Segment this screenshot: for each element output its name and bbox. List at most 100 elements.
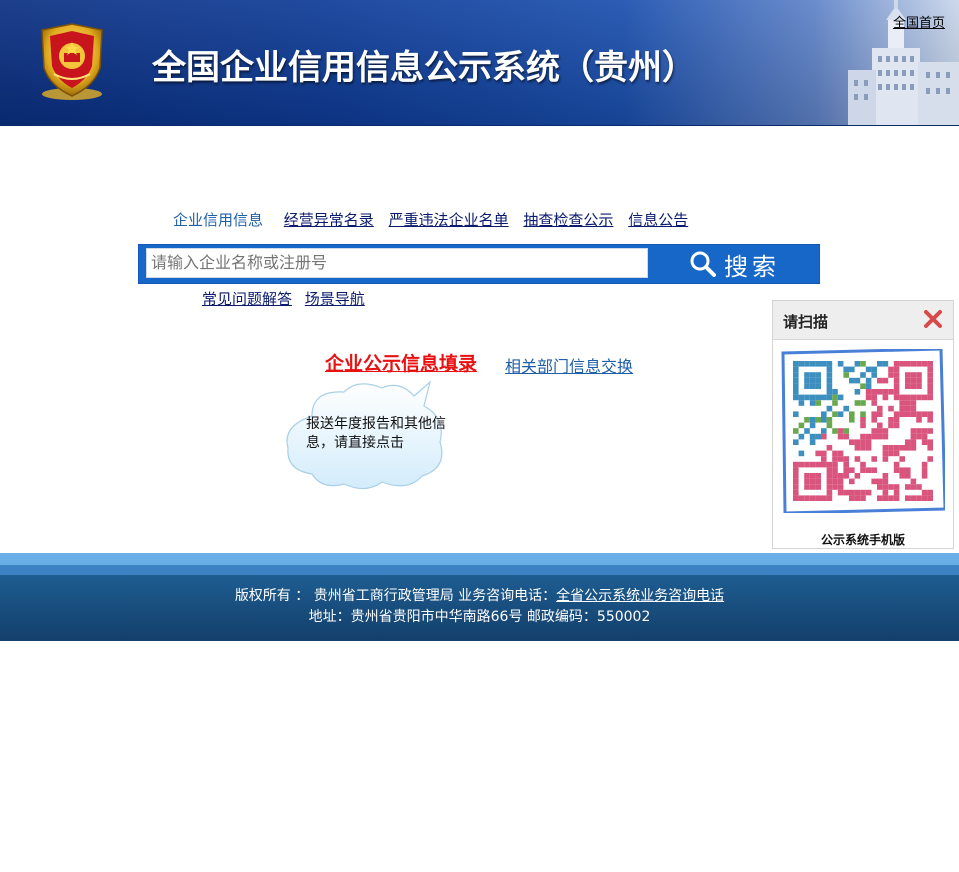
qr-cell — [865, 467, 872, 473]
qr-cell — [888, 372, 894, 378]
qr-cell — [804, 377, 810, 384]
postcode: 邮政编码：550002 — [526, 609, 651, 625]
tab-inspection-results[interactable]: 抽查检查公示 — [523, 209, 613, 230]
qr-cell — [837, 411, 844, 417]
qr-cell — [916, 377, 922, 384]
qr-cell — [916, 428, 922, 434]
annual-report-hint[interactable]: 报送年度报告和其他信息，请直接点击 — [306, 415, 446, 453]
qr-cell — [854, 489, 861, 496]
tab-enterprise-credit[interactable]: 企业信用信息 — [173, 209, 263, 230]
qr-cell — [843, 372, 849, 378]
qr-cell — [927, 394, 933, 401]
qr-cell — [826, 383, 833, 389]
qr-cell — [893, 361, 900, 367]
qr-cell — [865, 389, 872, 395]
qr-cell — [837, 428, 844, 434]
qr-cell — [854, 445, 861, 451]
qr-cell — [927, 428, 933, 434]
qr-cell — [798, 422, 805, 429]
qr-cell — [899, 411, 905, 417]
search-bar: 搜索 — [138, 244, 820, 284]
qr-cell — [860, 467, 866, 473]
qr-cell — [798, 361, 805, 367]
qr-cell — [826, 394, 833, 401]
qr-cell — [921, 461, 928, 468]
qr-cell — [821, 456, 827, 462]
qr-cell — [905, 445, 911, 451]
close-icon[interactable] — [922, 308, 944, 330]
qr-cell — [893, 467, 900, 473]
qr-cell — [832, 450, 838, 457]
qr-cell — [910, 400, 917, 406]
qr-cell — [916, 383, 922, 389]
qr-cell — [921, 439, 928, 445]
qr-cell — [815, 433, 821, 440]
qr-cell — [809, 473, 816, 479]
qr-code-panel: 请扫描 公示系统手机版 — [772, 300, 954, 549]
qr-cell — [809, 484, 816, 490]
qr-cell — [916, 372, 922, 378]
qr-cell — [826, 461, 833, 468]
enterprise-info-fill-link[interactable]: 企业公示信息填录 — [325, 349, 477, 376]
qr-cell — [905, 377, 911, 384]
qr-cell — [882, 473, 889, 479]
qr-cell — [927, 366, 933, 373]
qr-cell — [905, 372, 911, 378]
qr-cell — [882, 361, 889, 367]
national-home-link[interactable]: 全国首页 — [893, 12, 945, 31]
scenario-navigation-link[interactable]: 场景导航 — [305, 290, 365, 308]
qr-cell — [798, 433, 805, 440]
qr-cell — [871, 417, 877, 423]
qr-cell — [826, 417, 833, 423]
qr-cell — [916, 417, 922, 423]
tab-announcements[interactable]: 信息公告 — [628, 209, 688, 230]
qr-cell — [916, 433, 922, 440]
qr-cell — [877, 422, 883, 429]
qr-cell — [826, 372, 833, 378]
tab-serious-violations[interactable]: 严重违法企业名单 — [389, 209, 509, 230]
qr-cell — [882, 456, 889, 462]
qr-cell — [849, 467, 855, 473]
footer-address-line: 地址：贵州省贵阳市中华南路66号 邮政编码：550002 — [0, 606, 959, 626]
qr-cell — [793, 389, 799, 395]
qr-cell — [854, 361, 861, 367]
qr-cell — [916, 361, 922, 367]
qr-cell — [837, 394, 844, 401]
qr-cell — [888, 450, 894, 457]
qr-cell — [826, 366, 833, 373]
qr-cell — [832, 478, 838, 485]
qr-cell — [877, 428, 883, 434]
search-button[interactable]: 搜索 — [651, 245, 819, 283]
qr-cell — [893, 366, 900, 373]
qr-cell — [871, 428, 877, 434]
qr-cell — [877, 389, 883, 395]
qr-cell — [815, 383, 821, 389]
qr-cell — [882, 478, 889, 485]
qr-cell — [871, 467, 877, 473]
qr-cell — [921, 467, 928, 473]
tab-abnormal-operations[interactable]: 经营异常名录 — [284, 209, 374, 230]
qr-cell — [815, 394, 821, 401]
qr-cell — [798, 495, 805, 501]
qr-cell — [821, 450, 827, 457]
qr-cell — [899, 456, 905, 462]
qr-cell — [899, 473, 905, 479]
qr-cell — [854, 389, 861, 395]
qr-cell — [905, 361, 911, 367]
qr-cell — [888, 417, 894, 423]
qr-cell — [916, 394, 922, 401]
department-info-exchange-link[interactable]: 相关部门信息交换 — [505, 353, 633, 377]
qr-cell — [809, 394, 816, 401]
qr-cell — [860, 433, 866, 440]
qr-cell — [815, 400, 821, 406]
qr-cell — [882, 445, 889, 451]
search-input[interactable] — [146, 248, 648, 278]
help-links: 常见问题解答 场景导航 — [202, 288, 373, 309]
faq-link[interactable]: 常见问题解答 — [202, 290, 292, 308]
phone-link[interactable]: 全省公示系统业务咨询电话 — [556, 588, 724, 604]
qr-cell — [821, 428, 827, 434]
qr-cell — [854, 377, 861, 384]
qr-cell — [877, 478, 883, 485]
qr-cell — [793, 383, 799, 389]
qr-panel-title: 请扫描 — [783, 313, 829, 331]
